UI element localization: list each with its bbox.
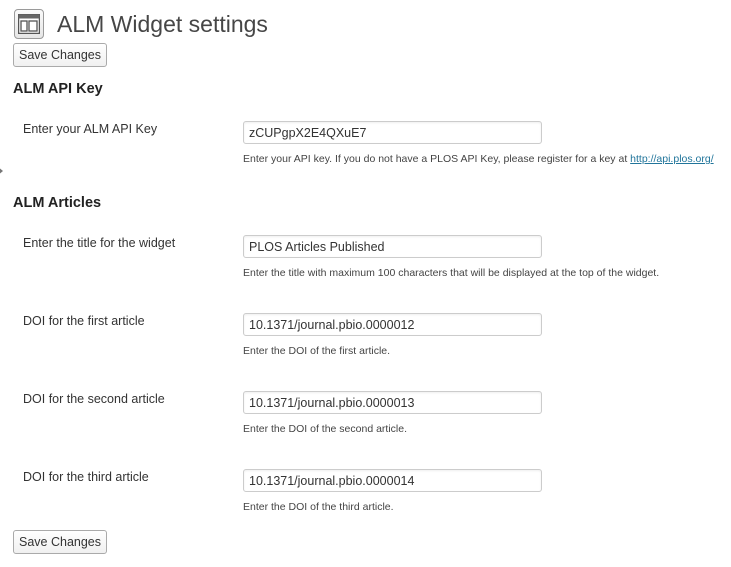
api-key-label: Enter your ALM API Key: [23, 122, 158, 136]
save-changes-button-bottom[interactable]: Save Changes: [13, 530, 108, 554]
widget-title-description: Enter the title with maximum 100 charact…: [243, 267, 660, 279]
doi-second-input[interactable]: [243, 391, 542, 414]
doi-first-label: DOI for the first article: [23, 314, 145, 328]
widget-settings-icon: [14, 9, 44, 39]
settings-page: ALM Widget settings Save Changes ALM API…: [0, 0, 731, 567]
doi-second-label: DOI for the second article: [23, 392, 165, 406]
doi-third-input[interactable]: [243, 469, 542, 492]
page-title: ALM Widget settings: [57, 11, 268, 37]
articles-section-title: ALM Articles: [13, 195, 102, 211]
page-header: ALM Widget settings: [14, 6, 268, 42]
doi-first-input[interactable]: [243, 313, 542, 336]
doi-second-description: Enter the DOI of the second article.: [243, 423, 408, 435]
doi-third-label: DOI for the third article: [23, 470, 149, 484]
doi-third-description: Enter the DOI of the third article.: [243, 501, 394, 513]
api-key-description-text: Enter your API key. If you do not have a…: [243, 153, 628, 165]
api-key-input[interactable]: [243, 121, 542, 144]
widget-title-input[interactable]: [243, 235, 542, 258]
api-section-title: ALM API Key: [13, 81, 103, 97]
save-changes-button-top[interactable]: Save Changes: [13, 43, 108, 67]
doi-first-description: Enter the DOI of the first article.: [243, 345, 391, 357]
widget-title-label: Enter the title for the widget: [23, 236, 176, 250]
collapse-arrow-icon[interactable]: [0, 166, 3, 176]
plos-api-link[interactable]: http://api.plos.org/: [630, 153, 713, 165]
api-key-description: Enter your API key. If you do not have a…: [243, 153, 714, 165]
